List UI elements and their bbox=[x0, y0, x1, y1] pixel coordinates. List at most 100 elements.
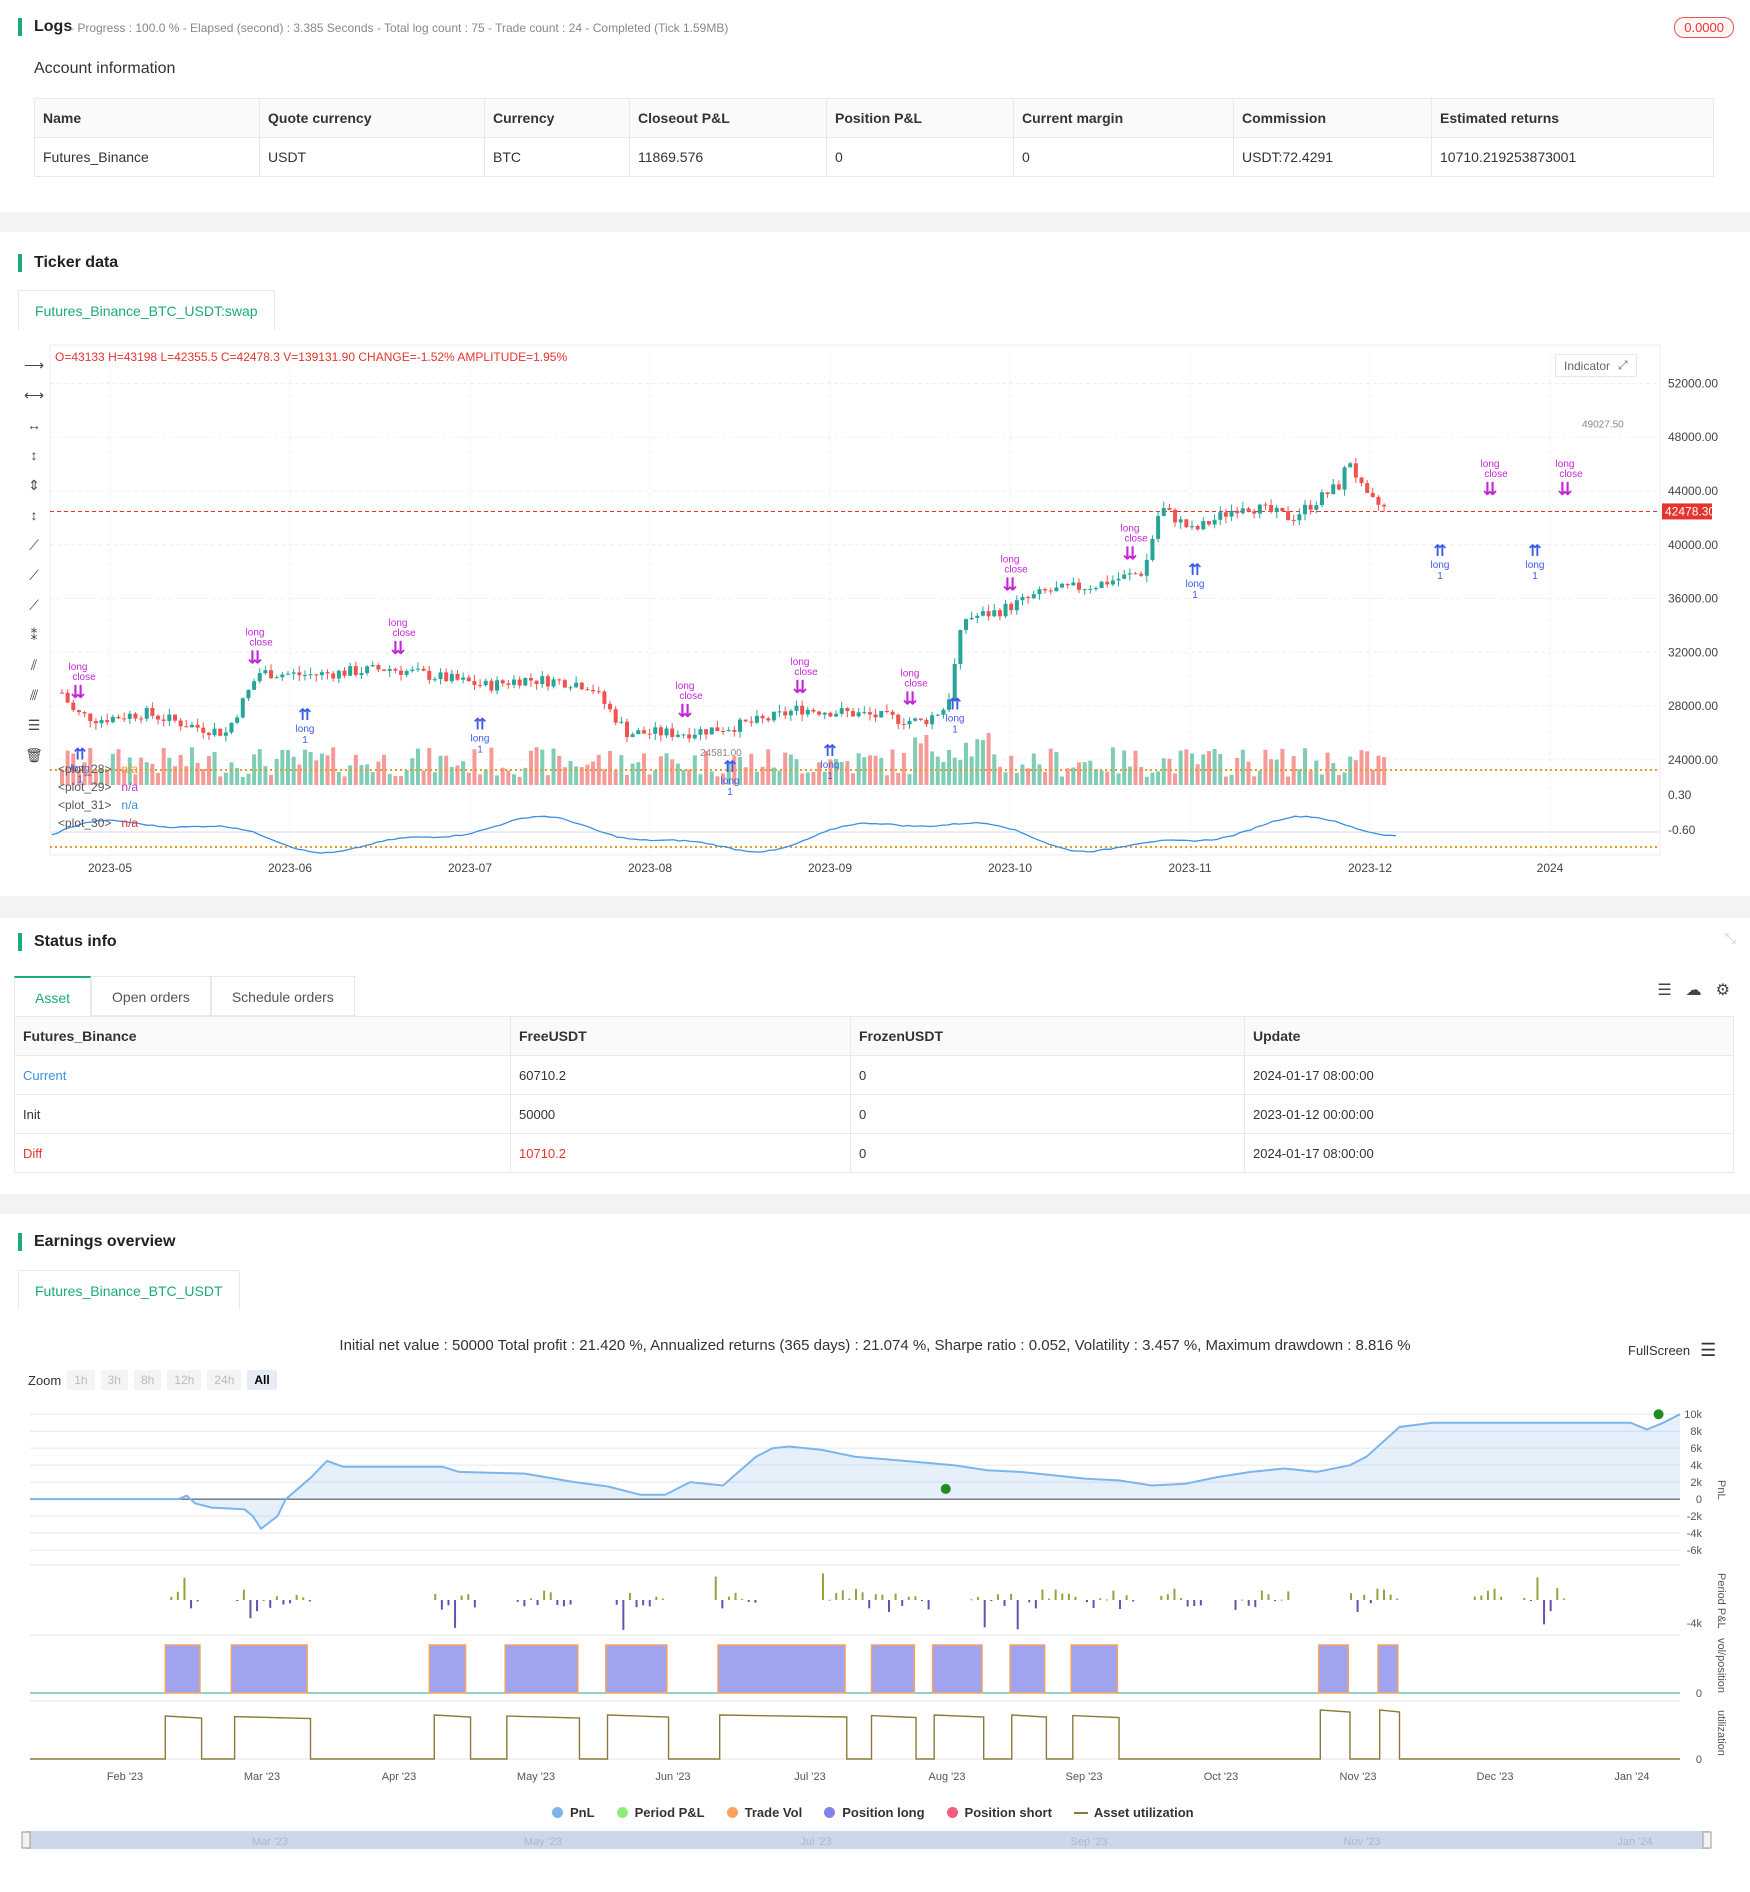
legend-item-position-long[interactable]: Position long bbox=[824, 1805, 925, 1820]
period-bar bbox=[970, 1599, 973, 1601]
collapse-icon[interactable]: ⤡ bbox=[1725, 930, 1736, 947]
volume-bar bbox=[1235, 757, 1240, 785]
month-tick-label: Jul '23 bbox=[794, 1771, 825, 1783]
long-label: long bbox=[1431, 560, 1450, 571]
ohlc-open: O=43133 bbox=[55, 350, 105, 364]
close-arrow-icon: ⇊ bbox=[902, 689, 917, 710]
period-bar bbox=[289, 1600, 292, 1604]
period-bar bbox=[990, 1600, 993, 1601]
volume-bar bbox=[687, 769, 692, 785]
period-bar bbox=[1105, 1599, 1108, 1601]
zoom-1h[interactable]: 1h bbox=[67, 1370, 95, 1390]
expand-icon[interactable]: ⤢ bbox=[1618, 358, 1628, 373]
candle-body bbox=[206, 732, 211, 736]
volume-bar bbox=[1105, 771, 1110, 785]
candle-body bbox=[726, 729, 731, 732]
navigator-handle-right bbox=[1702, 1831, 1712, 1849]
position-block bbox=[1317, 1644, 1350, 1694]
volume-bar bbox=[794, 759, 799, 785]
candle-body bbox=[269, 670, 274, 679]
volume-bar bbox=[839, 761, 844, 785]
volume-bar bbox=[845, 761, 850, 785]
earnings-chart[interactable]: 10k 8k 6k 4k 2k 0 -2k -4k -6k PnL -4k Period P&L 0 vo… bbox=[0, 1395, 1750, 1865]
tab-open-orders[interactable]: Open orders bbox=[91, 976, 211, 1016]
volume-bar bbox=[585, 764, 590, 785]
zoom-24h[interactable]: 24h bbox=[207, 1370, 242, 1390]
volume-bar bbox=[568, 761, 573, 785]
candle-body bbox=[263, 670, 268, 674]
candle-body bbox=[992, 610, 997, 617]
candle-body bbox=[1127, 573, 1132, 575]
indicator-button[interactable]: Indicator ⤢ bbox=[1555, 354, 1637, 377]
earnings-symbol-tab[interactable]: Futures_Binance_BTC_USDT bbox=[18, 1270, 240, 1310]
zoom-8h[interactable]: 8h bbox=[133, 1370, 162, 1390]
volume-bar bbox=[534, 747, 539, 785]
candle-body bbox=[393, 668, 398, 671]
volume-bar bbox=[365, 764, 370, 785]
period-bar bbox=[1132, 1600, 1135, 1602]
volume-bar bbox=[715, 776, 720, 785]
ohlc-volume: V=139131.90 bbox=[283, 350, 356, 364]
period-bar bbox=[1099, 1598, 1102, 1600]
position-block bbox=[230, 1644, 308, 1694]
legend-item-position-short[interactable]: Position short bbox=[946, 1805, 1052, 1820]
ticker-symbol-tab[interactable]: Futures_Binance_BTC_USDT:swap bbox=[18, 290, 275, 330]
legend-item-asset-utilization[interactable]: Asset utilization bbox=[1073, 1805, 1194, 1820]
legend-item-trade-vol[interactable]: Trade Vol bbox=[726, 1805, 802, 1820]
candle-body bbox=[760, 715, 765, 719]
volume-bar bbox=[150, 763, 155, 785]
candle-body bbox=[1336, 484, 1341, 490]
fullscreen-control[interactable]: FullScreen ☰ bbox=[1628, 1340, 1716, 1361]
candle-body bbox=[466, 677, 471, 682]
candle-body bbox=[506, 683, 511, 685]
candle-body bbox=[540, 676, 545, 685]
candle-body bbox=[1014, 600, 1019, 611]
menu-icon[interactable]: ☰ bbox=[1700, 1340, 1716, 1361]
position-block bbox=[1009, 1644, 1046, 1694]
period-bar bbox=[615, 1600, 618, 1605]
zoom-all[interactable]: All bbox=[247, 1370, 277, 1390]
volume-bar bbox=[1212, 748, 1217, 785]
legend-item-pnl[interactable]: PnL bbox=[552, 1805, 595, 1820]
candle-body bbox=[1308, 504, 1313, 510]
col-commission: Commission bbox=[1233, 98, 1432, 138]
period-bar bbox=[1287, 1591, 1290, 1600]
volume-bar bbox=[376, 761, 381, 785]
volume-bar bbox=[223, 772, 228, 785]
list-icon[interactable]: ☰ bbox=[1657, 980, 1671, 1000]
cell-commission: USDT:72.4291 bbox=[1233, 137, 1432, 177]
zoom-12h[interactable]: 12h bbox=[167, 1370, 202, 1390]
settings-icon[interactable]: ⚙ bbox=[1716, 980, 1730, 1000]
navigator-month-label: Mar '23 bbox=[252, 1836, 288, 1848]
tab-schedule-orders[interactable]: Schedule orders bbox=[210, 976, 355, 1016]
period-bar bbox=[1480, 1595, 1483, 1600]
volume-bar bbox=[1263, 749, 1268, 785]
candle-body bbox=[1206, 521, 1211, 525]
pnl-tick-label: 6k bbox=[1690, 1443, 1702, 1455]
period-bar bbox=[848, 1598, 851, 1600]
volume-bar bbox=[472, 749, 477, 785]
period-bar bbox=[447, 1600, 450, 1606]
volume-bar bbox=[512, 774, 516, 785]
period-bar bbox=[1523, 1598, 1526, 1600]
candlestick-chart[interactable]: ⇈long1⇈long1⇈long1⇈long1⇈long1⇈long1⇈lon… bbox=[0, 340, 1750, 880]
period-bar bbox=[1396, 1598, 1399, 1600]
period-tick-label: -4k bbox=[1687, 1618, 1703, 1630]
legend-item-period-pnl[interactable]: Period P&L bbox=[616, 1805, 705, 1820]
long-arrow-icon: ⇈ bbox=[948, 694, 961, 713]
zoom-3h[interactable]: 3h bbox=[100, 1370, 128, 1390]
period-bar bbox=[747, 1600, 750, 1602]
volume-bar bbox=[1370, 769, 1375, 785]
candle-body bbox=[771, 711, 776, 721]
period-bar bbox=[295, 1595, 298, 1600]
volume-bar bbox=[1376, 755, 1381, 785]
candle-body bbox=[743, 719, 748, 722]
cloud-download-icon[interactable]: ☁ bbox=[1686, 980, 1702, 1000]
volume-bar bbox=[1173, 773, 1178, 785]
candle-body bbox=[421, 668, 426, 671]
candle-body bbox=[1218, 512, 1223, 520]
candle-body bbox=[1178, 519, 1183, 523]
tab-asset[interactable]: Asset bbox=[14, 976, 92, 1016]
cell-update: 2023-01-12 00:00:00 bbox=[1244, 1094, 1734, 1134]
volume-bar bbox=[489, 747, 494, 785]
